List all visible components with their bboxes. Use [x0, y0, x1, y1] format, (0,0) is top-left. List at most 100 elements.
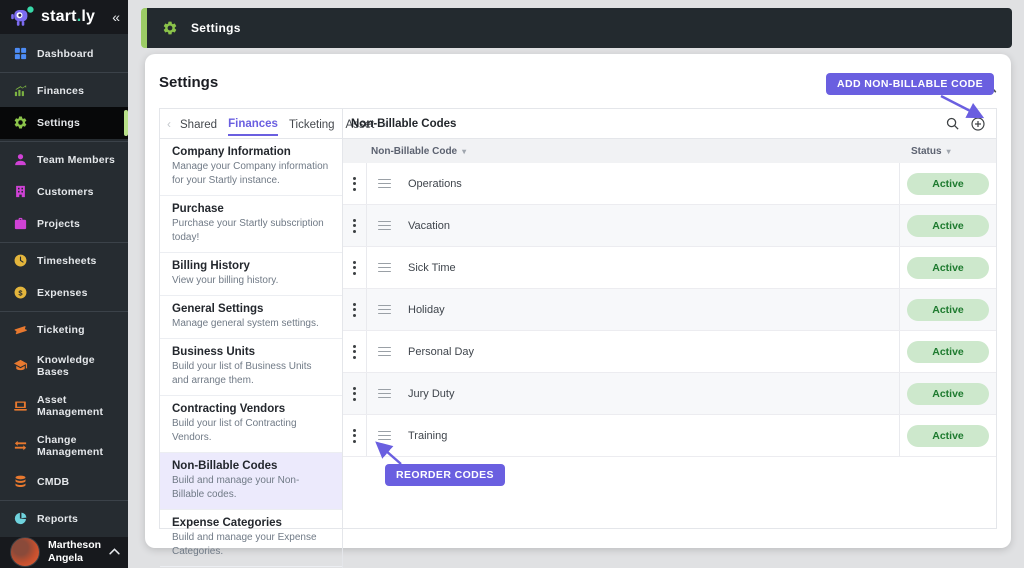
sidebar-item-change-management[interactable]: Change Management: [0, 426, 128, 466]
code-name: Holiday: [408, 304, 445, 316]
settings-tabs: ‹ SharedFinancesTicketingAsset ›: [160, 109, 343, 138]
column-header-code[interactable]: Non-Billable Code▾: [367, 139, 899, 163]
sidebar-item-label: CMDB: [37, 476, 69, 488]
submenu-item-description: Manage your Company information for your…: [172, 160, 330, 188]
tab-finances[interactable]: Finances: [228, 112, 278, 136]
sidebar-item-finances[interactable]: Finances: [0, 75, 128, 107]
settings-content: ‹ SharedFinancesTicketingAsset › Non-Bil…: [159, 108, 997, 529]
search-icon[interactable]: [945, 116, 960, 131]
submenu-item-title: Company Information: [172, 146, 330, 158]
sidebar-item-knowledge-bases[interactable]: Knowledge Bases: [0, 346, 128, 386]
nav-group: Timesheets $Expenses: [0, 243, 128, 312]
chevron-up-icon: [109, 546, 120, 558]
table-row: Personal Day Active: [343, 331, 996, 373]
submenu-item-non-billable-codes[interactable]: Non-Billable CodesBuild and manage your …: [160, 453, 342, 510]
nav-group: Dashboard: [0, 36, 128, 73]
drag-handle-icon[interactable]: [378, 347, 391, 357]
status-badge: Active: [907, 341, 989, 363]
row-code-cell: Personal Day: [367, 331, 899, 372]
row-menu-kebab-icon[interactable]: [343, 205, 367, 246]
status-badge: Active: [907, 299, 989, 321]
row-menu-kebab-icon[interactable]: [343, 163, 367, 204]
sidebar: start.ly « Dashboard Finances Settings Team…: [0, 0, 128, 568]
code-name: Personal Day: [408, 346, 474, 358]
section-title: Non-Billable Codes: [351, 118, 456, 130]
brand-logo[interactable]: start.ly «: [0, 0, 128, 34]
sidebar-item-timesheets[interactable]: Timesheets: [0, 245, 128, 277]
sidebar-item-label: Change Management: [37, 434, 122, 458]
row-menu-kebab-icon[interactable]: [343, 415, 367, 456]
sidebar-item-expenses[interactable]: $Expenses: [0, 277, 128, 309]
row-menu-kebab-icon[interactable]: [343, 331, 367, 372]
ticket-icon: [12, 322, 28, 338]
sidebar-item-label: Asset Management: [37, 394, 122, 418]
column-header-status[interactable]: Status▾: [899, 139, 996, 163]
sidebar-collapse-icon[interactable]: «: [112, 9, 120, 25]
nav-group: TicketingKnowledge Bases Asset Management…: [0, 312, 128, 501]
sidebar-item-ticketing[interactable]: Ticketing: [0, 314, 128, 346]
user-menu[interactable]: Martheson Angela: [0, 537, 128, 568]
add-non-billable-code-callout[interactable]: ADD NON-BILLABLE CODE: [826, 73, 994, 95]
dollar-icon: $: [12, 285, 28, 301]
drag-handle-icon[interactable]: [378, 389, 391, 399]
sidebar-item-label: Timesheets: [37, 255, 97, 267]
drag-handle-icon[interactable]: [378, 179, 391, 189]
nav-group: Finances Settings: [0, 73, 128, 142]
tab-ticketing[interactable]: Ticketing: [289, 113, 335, 135]
tab-shared[interactable]: Shared: [180, 113, 217, 135]
row-menu-kebab-icon[interactable]: [343, 289, 367, 330]
add-non-billable-code-icon[interactable]: [970, 116, 986, 132]
submenu-item-business-units[interactable]: Business UnitsBuild your list of Busines…: [160, 339, 342, 396]
row-status-cell: Active: [899, 373, 996, 414]
app-root: start.ly « Dashboard Finances Settings Team…: [0, 0, 1024, 568]
submenu-item-description: Build your list of Contracting Vendors.: [172, 417, 330, 445]
row-status-cell: Active: [899, 331, 996, 372]
submenu-item-description: Manage general system settings.: [172, 317, 330, 331]
sidebar-item-projects[interactable]: Projects: [0, 208, 128, 240]
reorder-codes-callout[interactable]: REORDER CODES: [385, 464, 505, 486]
code-name: Operations: [408, 178, 462, 190]
page-header-title: Settings: [191, 21, 241, 35]
submenu-item-title: Billing History: [172, 260, 330, 272]
row-menu-kebab-icon[interactable]: [343, 373, 367, 414]
submenu-item-contracting-vendors[interactable]: Contracting Vendors Build your list of Co…: [160, 396, 342, 453]
building-icon: [12, 184, 28, 200]
gear-icon: [12, 115, 28, 131]
row-status-cell: Active: [899, 247, 996, 288]
pie-chart-icon: [12, 511, 28, 527]
sidebar-item-customers[interactable]: Customers: [0, 176, 128, 208]
submenu-item-company-information[interactable]: Company Information Manage your Company i…: [160, 139, 342, 196]
row-menu-kebab-icon[interactable]: [343, 247, 367, 288]
dashboard-icon: [12, 46, 28, 62]
status-badge: Active: [907, 173, 989, 195]
robot-mascot-icon: [9, 3, 37, 31]
sidebar-item-dashboard[interactable]: Dashboard: [0, 38, 128, 70]
sidebar-item-team-members[interactable]: Team Members: [0, 144, 128, 176]
submenu-item-purchase[interactable]: PurchasePurchase your Startly subscripti…: [160, 196, 342, 253]
sidebar-item-settings[interactable]: Settings: [0, 107, 128, 139]
sidebar-item-asset-management[interactable]: Asset Management: [0, 386, 128, 426]
drag-handle-icon[interactable]: [378, 263, 391, 273]
sidebar-item-label: Settings: [37, 117, 80, 129]
row-status-cell: Active: [899, 415, 996, 456]
sidebar-item-reports[interactable]: Reports: [0, 503, 128, 535]
drag-handle-icon[interactable]: [378, 221, 391, 231]
tabs-prev-icon[interactable]: ‹: [167, 117, 171, 131]
submenu-item-title: Contracting Vendors: [172, 403, 330, 415]
table-row: Holiday Active: [343, 289, 996, 331]
status-badge: Active: [907, 215, 989, 237]
code-name: Jury Duty: [408, 388, 454, 400]
drag-handle-icon[interactable]: [378, 305, 391, 315]
main-area: Settings Settings ‹ SharedFinancesTicket…: [128, 0, 1024, 568]
submenu-item-expense-categories[interactable]: Expense CategoriesBuild and manage your …: [160, 510, 342, 567]
status-badge: Active: [907, 257, 989, 279]
drag-handle-icon[interactable]: [378, 431, 391, 441]
row-code-cell: Operations: [367, 163, 899, 204]
submenu-item-general-settings[interactable]: General SettingsManage general system se…: [160, 296, 342, 339]
nav-group: Reports: [0, 501, 128, 537]
graduation-cap-icon: [12, 358, 28, 374]
status-badge: Active: [907, 383, 989, 405]
sidebar-item-cmdb[interactable]: CMDB: [0, 466, 128, 498]
nav-group: Team MembersCustomersProjects: [0, 142, 128, 243]
submenu-item-billing-history[interactable]: Billing HistoryView your billing history…: [160, 253, 342, 296]
